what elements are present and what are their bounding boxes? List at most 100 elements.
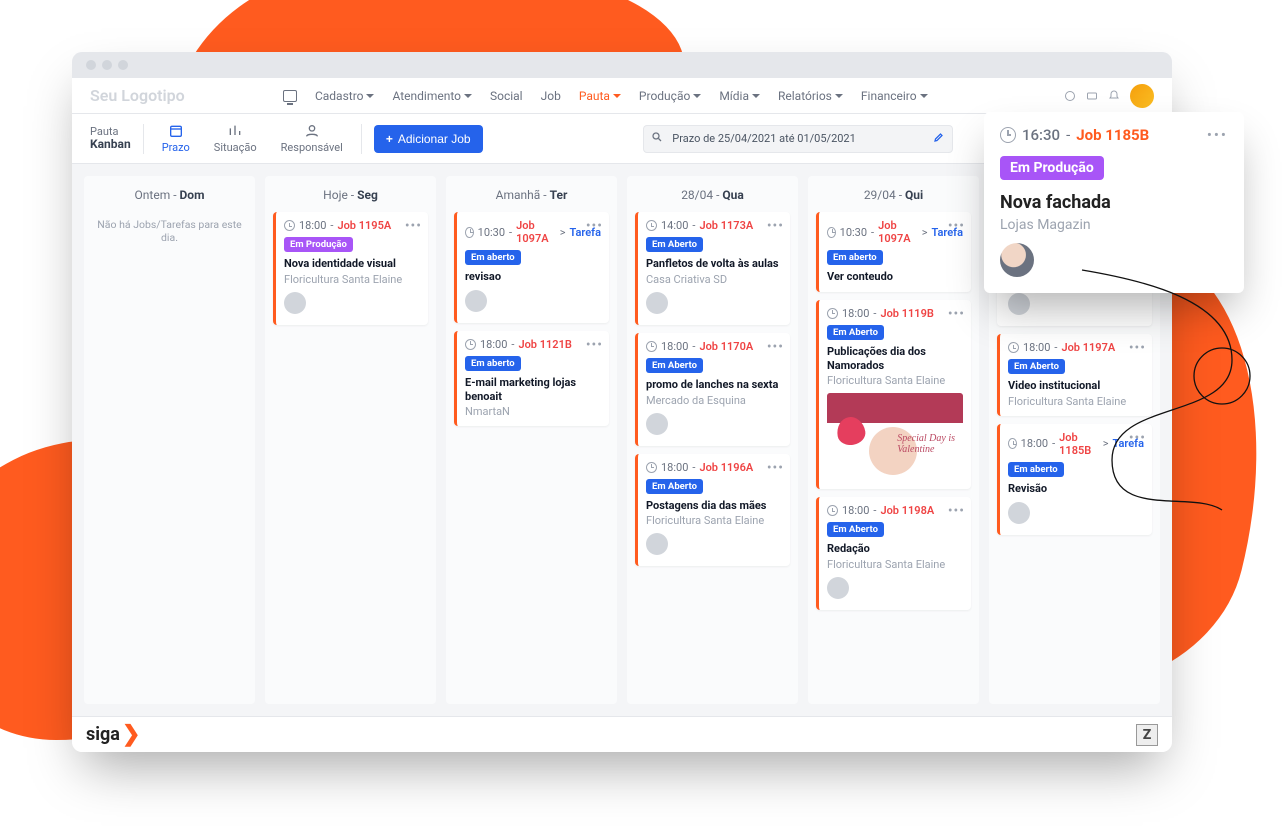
job-card[interactable]: 18:00 - Job 1170A•••Em Abertopromo de la… xyxy=(635,333,790,446)
assignee-avatar[interactable] xyxy=(1008,502,1030,524)
search-input[interactable]: Prazo de 25/04/2021 até 01/05/2021 xyxy=(643,125,953,153)
clock-icon xyxy=(1008,342,1019,353)
job-id: Job 1121B xyxy=(518,338,571,351)
job-card[interactable]: 14:00 - Job 1173A•••Em AbertoPanfletos d… xyxy=(635,212,790,325)
menu-item-job[interactable]: Job xyxy=(541,89,561,103)
assignee-avatar[interactable] xyxy=(646,533,668,555)
bell-icon[interactable] xyxy=(1108,90,1120,102)
job-time: 18:00 xyxy=(480,338,507,351)
status-badge: Em aberto xyxy=(1008,462,1064,477)
chevron-down-icon xyxy=(464,94,472,98)
column-empty-message: Não há Jobs/Tarefas para este dia. xyxy=(92,212,247,244)
card-menu-icon[interactable]: ••• xyxy=(1129,430,1146,446)
window-dot xyxy=(86,60,96,70)
plus-icon: + xyxy=(386,132,393,146)
assignee-avatar[interactable] xyxy=(827,577,849,599)
chat-icon[interactable] xyxy=(1064,90,1076,102)
monitor-icon[interactable] xyxy=(283,90,297,102)
job-card[interactable]: 18:00 - Job 1195A•••Em ProduçãoNova iden… xyxy=(273,212,428,325)
menu-item-cadastro[interactable]: Cadastro xyxy=(315,89,375,103)
menubar-items: Cadastro Atendimento Social Job Pauta Produçã… xyxy=(283,89,928,103)
clock-icon xyxy=(1008,438,1017,449)
search-value: Prazo de 25/04/2021 até 01/05/2021 xyxy=(672,132,856,145)
view-situacao-button[interactable]: Situação xyxy=(208,123,263,154)
z-badge[interactable]: Z xyxy=(1136,724,1158,746)
job-card[interactable]: 10:30 - Job 1097A > Tarefa••• Em aberto Ve… xyxy=(816,212,971,292)
menu-label: Job xyxy=(541,89,561,103)
menu-item-pauta[interactable]: Pauta xyxy=(579,89,621,103)
job-id: Job 1198A xyxy=(880,504,934,517)
card-menu-icon[interactable]: ••• xyxy=(586,218,603,234)
card-menu-icon[interactable]: ••• xyxy=(767,460,784,476)
menu-label: Social xyxy=(490,89,523,103)
menu-item-social[interactable]: Social xyxy=(490,89,523,103)
job-id: Job 1170A xyxy=(699,340,753,353)
mail-icon[interactable] xyxy=(1086,90,1098,102)
assignee-avatar[interactable] xyxy=(284,292,306,314)
job-title: promo de lanches na sexta xyxy=(646,378,782,392)
card-menu-icon[interactable]: ••• xyxy=(948,218,965,234)
job-title: Ver conteudo xyxy=(827,270,963,284)
job-title: Revisão xyxy=(1008,482,1144,496)
job-card[interactable]: 10:30 - Job 1097A > Tarefa•••Em abertore… xyxy=(454,212,609,323)
status-badge: Em Produção xyxy=(284,237,353,252)
job-card[interactable]: 18:00 - Job 1185B > Tarefa••• Em aberto Re… xyxy=(997,424,1152,535)
menu-label: Mídia xyxy=(719,89,749,103)
edit-search-icon[interactable] xyxy=(933,131,945,146)
status-badge: Em aberto xyxy=(827,250,883,265)
menu-item-relatórios[interactable]: Relatórios xyxy=(778,89,843,103)
window-titlebar xyxy=(72,52,1172,78)
job-card[interactable]: 18:00 - Job 1197A•••Em AbertoVideo insti… xyxy=(997,334,1152,416)
job-title: Video institucional xyxy=(1008,379,1144,393)
job-card[interactable]: 18:00 - Job 1121B•••Em abertoE-mail mark… xyxy=(454,331,609,427)
job-id: Job 1097A xyxy=(516,219,556,245)
card-menu-icon[interactable]: ••• xyxy=(767,339,784,355)
assignee-avatar[interactable] xyxy=(1000,243,1034,277)
clock-icon xyxy=(646,220,657,231)
page-view: Kanban xyxy=(90,138,131,151)
card-menu-icon[interactable]: ••• xyxy=(1129,340,1146,356)
view-responsavel-button[interactable]: Responsável xyxy=(275,123,349,154)
card-menu-icon[interactable]: ••• xyxy=(948,503,965,519)
highlighted-job-card[interactable]: 16:30 - Job 1185B ••• Em Produção Nova f… xyxy=(984,112,1244,293)
job-card[interactable]: 18:00 - Job 1119B•••Em AbertoPublicações… xyxy=(816,300,971,490)
job-card[interactable]: 18:00 - Job 1198A•••Em AbertoRedaçãoFlor… xyxy=(816,497,971,610)
job-preview-image: Special Day isValentine xyxy=(827,393,963,481)
job-title: E-mail marketing lojas benoait xyxy=(465,376,601,404)
status-badge: Em Aberto xyxy=(827,325,884,340)
view-prazo-button[interactable]: Prazo xyxy=(156,123,196,154)
card-menu-icon[interactable]: ••• xyxy=(405,218,422,234)
app-logo: Seu Logotipo xyxy=(90,86,185,105)
add-job-button[interactable]: + Adicionar Job xyxy=(374,125,483,153)
assignee-avatar[interactable] xyxy=(1008,293,1030,315)
job-card[interactable]: 18:00 - Job 1196A•••Em AbertoPostagens d… xyxy=(635,454,790,567)
menu-item-produção[interactable]: Produção xyxy=(639,89,701,103)
add-job-label: Adicionar Job xyxy=(398,132,471,146)
dash: - xyxy=(1066,126,1070,144)
card-menu-icon[interactable]: ••• xyxy=(948,306,965,322)
card-menu-icon[interactable]: ••• xyxy=(767,218,784,234)
kanban-column: Hoje - Seg18:00 - Job 1195A•••Em Produçã… xyxy=(265,176,436,704)
job-client: Floricultura Santa Elaine xyxy=(827,374,963,387)
assignee-avatar[interactable] xyxy=(465,290,487,312)
bars-icon xyxy=(227,123,243,139)
column-header: 28/04 - Qua xyxy=(635,184,790,212)
card-menu-icon[interactable]: ••• xyxy=(1207,126,1228,144)
window-dot xyxy=(118,60,128,70)
menu-item-atendimento[interactable]: Atendimento xyxy=(392,89,472,103)
assignee-avatar[interactable] xyxy=(646,292,668,314)
column-header: Ontem - Dom xyxy=(92,184,247,212)
card-header: 10:30 - Job 1097A > Tarefa xyxy=(827,219,963,245)
chevron-down-icon xyxy=(835,94,843,98)
job-title: Redação xyxy=(827,542,963,556)
job-id: Job 1195A xyxy=(337,219,391,232)
job-title: revisao xyxy=(465,270,601,284)
card-header: 18:00 - Job 1185B > Tarefa xyxy=(1008,431,1144,457)
job-client: Floricultura Santa Elaine xyxy=(827,558,963,571)
job-time: 18:00 xyxy=(299,219,326,232)
menu-item-financeiro[interactable]: Financeiro xyxy=(861,89,928,103)
user-avatar[interactable] xyxy=(1130,84,1154,108)
menu-item-mídia[interactable]: Mídia xyxy=(719,89,760,103)
card-menu-icon[interactable]: ••• xyxy=(586,337,603,353)
assignee-avatar[interactable] xyxy=(646,413,668,435)
